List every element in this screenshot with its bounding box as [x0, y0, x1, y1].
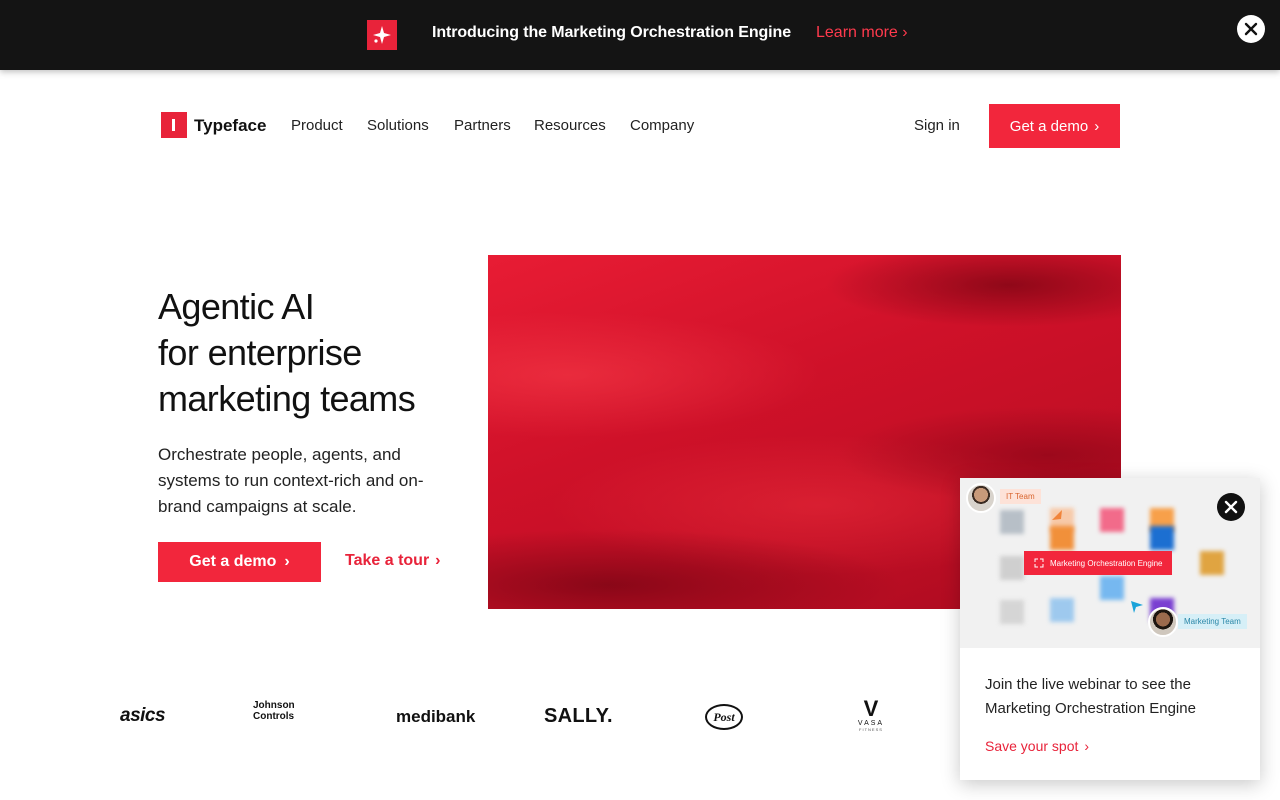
chevron-right-icon: › [284, 553, 290, 570]
hero-title: Agentic AI for enterprise marketing team… [158, 284, 478, 422]
webinar-text: Join the live webinar to see the Marketi… [985, 676, 1196, 717]
learn-more-label: Learn more [816, 24, 898, 41]
hero-get-demo-label: Get a demo [189, 553, 277, 570]
webinar-popup: Marketing Orchestration Engine IT Team M… [960, 478, 1260, 780]
hero-subtitle: Orchestrate people, agents, and systems … [158, 445, 424, 516]
nav-item-product[interactable]: Product [291, 117, 343, 134]
announcement-bar: Introducing the Marketing Orchestration … [0, 0, 1280, 70]
expand-icon [1034, 558, 1044, 568]
chevron-right-icon: › [902, 24, 908, 41]
illustration-tile [1200, 551, 1224, 575]
illustration-tile [1100, 508, 1124, 532]
asics-logo: asics [120, 705, 166, 726]
typeface-logo-mark[interactable] [161, 112, 187, 138]
post-logo: Post [705, 704, 743, 730]
sign-in-link[interactable]: Sign in [914, 117, 960, 134]
close-icon [1244, 22, 1258, 36]
engine-label: Marketing Orchestration Engine [1050, 558, 1163, 568]
save-spot-link[interactable]: Save your spot › [985, 738, 1089, 754]
illustration-tile [1000, 510, 1024, 534]
learn-more-link[interactable]: Learn more › [816, 24, 908, 42]
engine-label-bar: Marketing Orchestration Engine [1024, 551, 1172, 575]
hero-get-demo-button[interactable]: Get a demo › [158, 542, 321, 582]
cursor-arrow-icon [1052, 510, 1062, 520]
vasa-logo: V VASA FITNESS [854, 696, 888, 733]
medibank-logo: medibank [396, 707, 476, 726]
hero-title-line: for enterprise [158, 332, 362, 373]
hero-title-line: Agentic AI [158, 286, 315, 327]
nav-item-company[interactable]: Company [630, 117, 694, 134]
nav-item-partners[interactable]: Partners [454, 117, 511, 134]
sparkle-icon [367, 20, 397, 50]
nav-get-demo-button[interactable]: Get a demo › [989, 104, 1120, 148]
logo-line: VASA [857, 720, 885, 727]
illustration-tile [1050, 598, 1074, 622]
save-spot-label: Save your spot [985, 738, 1079, 754]
close-popup-button[interactable] [1217, 493, 1245, 521]
logo-line: Controls [253, 711, 295, 722]
chevron-right-icon: › [1094, 117, 1100, 135]
chevron-right-icon: › [1084, 738, 1090, 754]
hero-title-line: marketing teams [158, 378, 416, 419]
brand-name[interactable]: Typeface [194, 116, 266, 136]
webinar-illustration: Marketing Orchestration Engine IT Team M… [960, 478, 1260, 648]
logo-line: V [863, 696, 879, 721]
illustration-tile [1000, 556, 1024, 580]
sally-logo: SALLY. [544, 705, 613, 727]
nav-item-resources[interactable]: Resources [534, 117, 606, 134]
take-tour-link[interactable]: Take a tour › [345, 552, 441, 570]
chevron-right-icon: › [435, 552, 441, 569]
illustration-tile [1100, 576, 1124, 600]
it-team-tag: IT Team [1000, 489, 1041, 504]
avatar [966, 483, 996, 513]
illustration-tile [1000, 600, 1024, 624]
illustration-tile [1050, 526, 1074, 550]
nav-item-solutions[interactable]: Solutions [367, 117, 429, 134]
illustration-tile [1150, 526, 1174, 550]
announcement-text: Introducing the Marketing Orchestration … [432, 24, 791, 41]
logo-line: FITNESS [859, 727, 883, 732]
nav-get-demo-label: Get a demo [1009, 117, 1089, 135]
johnson-controls-logo: Johnson Controls [253, 700, 295, 722]
close-announcement-button[interactable] [1237, 15, 1265, 43]
marketing-team-tag: Marketing Team [1178, 614, 1247, 629]
logo-line: Johnson [253, 700, 295, 711]
cursor-arrow-icon [1131, 601, 1143, 613]
avatar [1148, 607, 1178, 637]
take-tour-label: Take a tour [345, 552, 430, 569]
close-icon [1224, 500, 1238, 514]
